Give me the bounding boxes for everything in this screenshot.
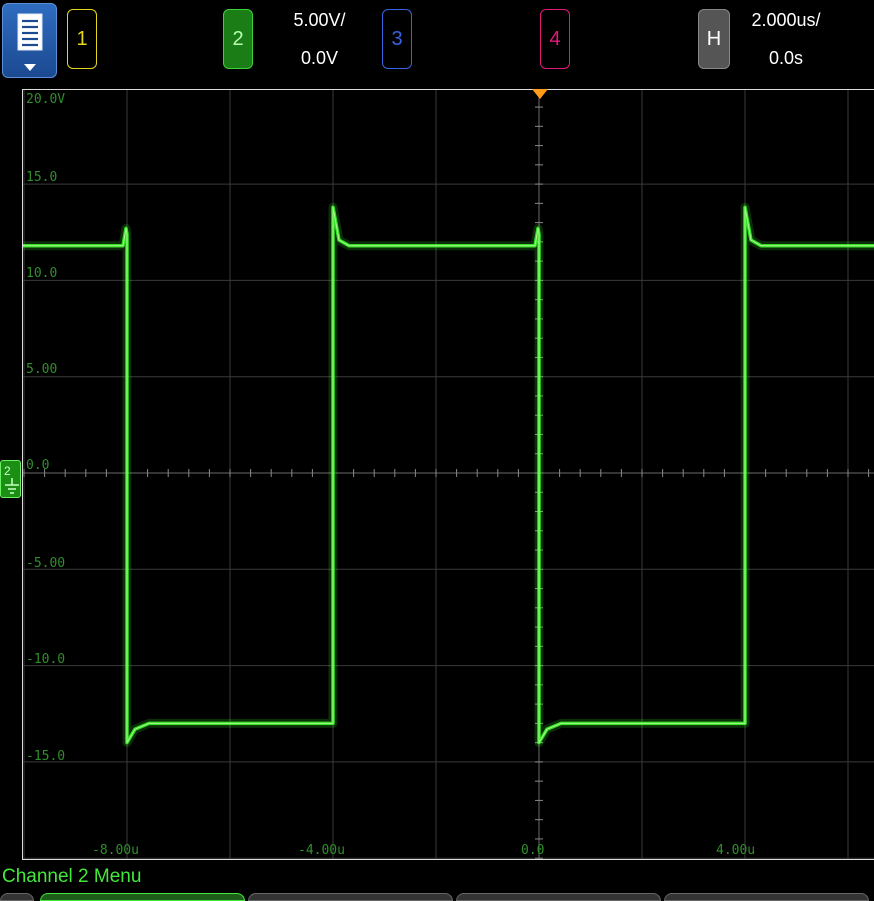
channel-1-label: 1: [76, 27, 88, 50]
main-menu-button[interactable]: [2, 3, 57, 78]
x-axis-label-1: -4.00u: [298, 843, 345, 858]
x-axis-label-0: -8.00u: [92, 843, 139, 858]
y-axis-label-3: 5.00: [26, 362, 58, 377]
chevron-down-icon: [24, 64, 36, 71]
y-axis-label-7: -15.0: [26, 749, 66, 764]
y-axis-label-5: -5.00: [26, 556, 66, 571]
softkey-menu-title: Channel 2 Menu: [2, 866, 142, 887]
horizontal-button[interactable]: H: [698, 9, 730, 69]
channel-4-label: 4: [549, 27, 561, 50]
time-scale-readout[interactable]: 2.000us/: [738, 10, 834, 31]
softkey-4[interactable]: [664, 893, 869, 901]
y-axis-label-0: 20.0V: [26, 92, 66, 107]
channel-2-button[interactable]: 2: [223, 9, 253, 69]
waveform-display[interactable]: [0, 89, 874, 860]
y-axis-label-1: 15.0: [26, 170, 58, 185]
channel-3-button[interactable]: 3: [382, 9, 412, 69]
waveform-svg: [0, 89, 874, 860]
y-axis-label-4: 0.0: [26, 458, 50, 473]
channel-4-button[interactable]: 4: [540, 9, 570, 69]
softkey-back[interactable]: [0, 893, 34, 901]
ch2-offset-readout[interactable]: 0.0V: [272, 48, 367, 69]
horizontal-label: H: [706, 27, 722, 50]
channel-3-label: 3: [391, 27, 403, 50]
x-axis-label-2: 0.0: [521, 843, 545, 858]
svg-text:2: 2: [4, 464, 11, 478]
channel-2-label: 2: [232, 27, 244, 50]
softkey-3[interactable]: [456, 893, 661, 901]
ch2-trace: [0, 205, 874, 745]
y-axis-label-2: 10.0: [26, 266, 58, 281]
channel-1-button[interactable]: 1: [67, 9, 97, 69]
top-status-bar: 1 2 5.00V/ 0.0V 3 4 H 2.000us/ 0.0s: [0, 0, 874, 88]
x-axis-label-3: 4.00u: [716, 843, 756, 858]
document-list-icon: [17, 13, 43, 71]
time-delay-readout[interactable]: 0.0s: [738, 48, 834, 69]
trigger-marker-icon: [532, 89, 548, 99]
y-axis-label-6: -10.0: [26, 652, 66, 667]
softkey-2[interactable]: [248, 893, 453, 901]
softkey-1[interactable]: [40, 893, 245, 901]
trigger-position-marker[interactable]: [530, 89, 550, 101]
ch2-scale-readout[interactable]: 5.00V/: [272, 10, 367, 31]
ground-icon: 2: [4, 464, 19, 494]
ch2-ground-marker[interactable]: 2: [0, 460, 21, 498]
